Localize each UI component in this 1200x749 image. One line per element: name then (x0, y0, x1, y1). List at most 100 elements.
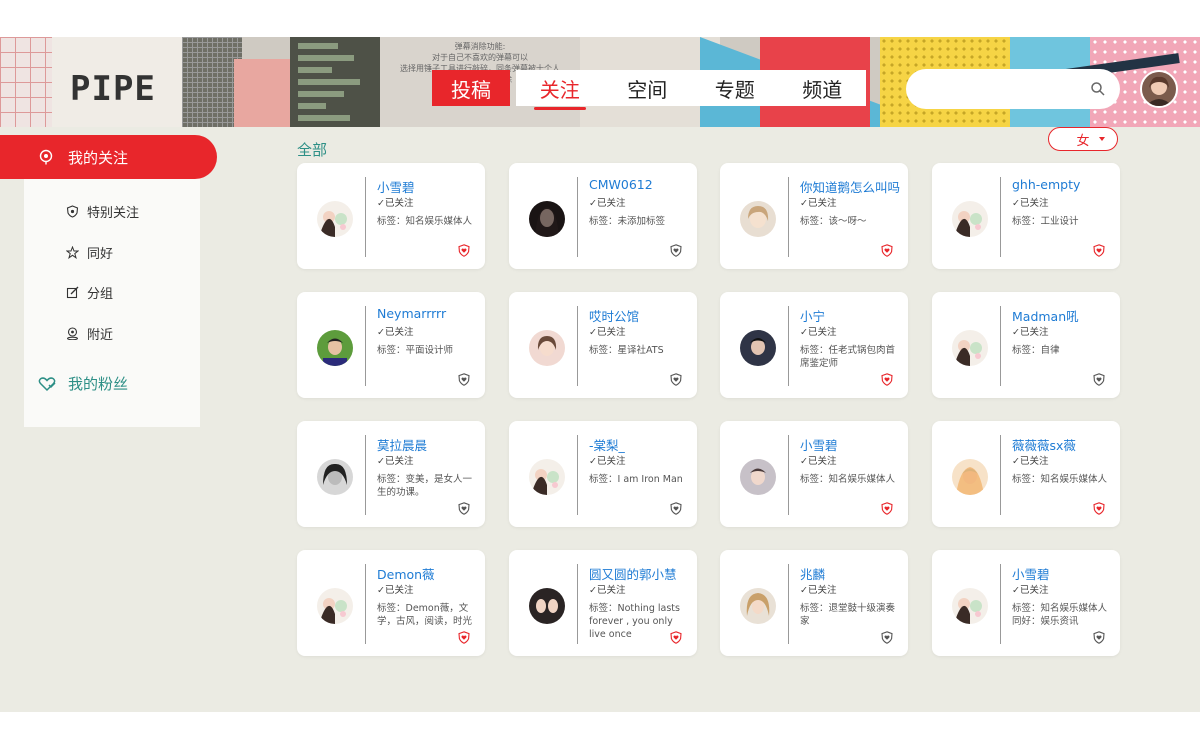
sidebar-item-groups[interactable]: 分组 (66, 283, 113, 302)
sidebar-item-my-following[interactable]: 我的关注 (0, 135, 217, 179)
avatar[interactable] (952, 459, 988, 495)
user-name[interactable]: -棠梨_ (589, 435, 693, 454)
user-card[interactable]: 小雪碧 ✓已关注 标签：知名娱乐媒体人 (297, 163, 485, 269)
user-name[interactable]: 小雪碧 (1012, 564, 1116, 583)
follow-status[interactable]: ✓已关注 (800, 324, 836, 338)
tab-topics[interactable]: 专题 (691, 74, 779, 103)
follow-status-text: 已关注 (1019, 456, 1049, 467)
user-card[interactable]: 小雪碧 ✓已关注 标签：知名娱乐媒体人同好：娱乐资讯 (932, 550, 1120, 656)
user-card[interactable]: ghh-empty ✓已关注 标签：工业设计 (932, 163, 1120, 269)
tab-space[interactable]: 空间 (604, 74, 692, 103)
search-box (906, 69, 1120, 109)
follow-status[interactable]: ✓已关注 (589, 324, 625, 338)
user-card[interactable]: Madman吼 ✓已关注 标签：自律 (932, 292, 1120, 398)
follow-status[interactable]: ✓已关注 (1012, 195, 1048, 209)
shield-icon[interactable] (670, 500, 682, 515)
user-name[interactable]: Neymarrrrr (377, 306, 481, 321)
avatar[interactable] (529, 588, 565, 624)
follow-status[interactable]: ✓已关注 (377, 453, 413, 467)
tab-following[interactable]: 关注 (516, 74, 604, 110)
user-card[interactable]: 小雪碧 ✓已关注 标签：知名娱乐媒体人 (720, 421, 908, 527)
avatar[interactable] (317, 588, 353, 624)
shield-icon[interactable] (881, 629, 893, 644)
shield-icon[interactable] (881, 242, 893, 257)
avatar[interactable] (740, 201, 776, 237)
sidebar-item-my-fans[interactable]: 我的粉丝 (38, 373, 128, 394)
shield-icon[interactable] (881, 371, 893, 386)
shield-icon[interactable] (458, 500, 470, 515)
user-name[interactable]: 莫拉晨晨 (377, 435, 481, 454)
search-icon[interactable] (1090, 81, 1106, 97)
follow-status[interactable]: ✓已关注 (589, 582, 625, 596)
user-name[interactable]: Madman吼 (1012, 306, 1116, 325)
search-input[interactable] (924, 79, 1094, 99)
sidebar-item-nearby[interactable]: 附近 (66, 324, 113, 343)
shield-icon[interactable] (670, 629, 682, 644)
avatar[interactable] (317, 459, 353, 495)
user-card[interactable]: 小宁 ✓已关注 标签：任老式锅包肉首席鉴定师 (720, 292, 908, 398)
user-name[interactable]: 小雪碧 (377, 177, 481, 196)
follow-status[interactable]: ✓已关注 (1012, 324, 1048, 338)
shield-icon[interactable] (1093, 242, 1105, 257)
sidebar-item-likeminded[interactable]: 同好 (66, 243, 113, 262)
follow-status[interactable]: ✓已关注 (800, 195, 836, 209)
avatar[interactable] (740, 330, 776, 366)
user-card[interactable]: Neymarrrrr ✓已关注 标签：平面设计师 (297, 292, 485, 398)
user-avatar[interactable] (1140, 70, 1178, 108)
user-name[interactable]: 小宁 (800, 306, 904, 325)
shield-icon[interactable] (670, 242, 682, 257)
user-name[interactable]: 兆麟 (800, 564, 904, 583)
user-card[interactable]: 哎时公馆 ✓已关注 标签：星译社ATS (509, 292, 697, 398)
user-name[interactable]: 小雪碧 (800, 435, 904, 454)
user-card[interactable]: 你知道鹅怎么叫吗 ✓已关注 标签：该～呀～ (720, 163, 908, 269)
user-name[interactable]: CMW0612 (589, 177, 693, 192)
submit-button[interactable]: 投稿 (432, 70, 510, 106)
avatar[interactable] (317, 330, 353, 366)
avatar[interactable] (529, 330, 565, 366)
follow-status[interactable]: ✓已关注 (1012, 453, 1048, 467)
sidebar-item-special[interactable]: 特别关注 (66, 202, 139, 221)
card-divider (1000, 177, 1001, 257)
follow-status[interactable]: ✓已关注 (589, 453, 625, 467)
follow-status[interactable]: ✓已关注 (589, 195, 625, 209)
avatar[interactable] (529, 459, 565, 495)
avatar[interactable] (740, 588, 776, 624)
tab-channels[interactable]: 频道 (779, 74, 867, 103)
avatar[interactable] (317, 201, 353, 237)
user-card[interactable]: 薇薇薇sx薇 ✓已关注 标签：知名娱乐媒体人 (932, 421, 1120, 527)
user-name[interactable]: 圆又圆的郭小慧 (589, 564, 693, 583)
user-name[interactable]: Demon薇 (377, 564, 481, 583)
user-name[interactable]: 你知道鹅怎么叫吗 (800, 177, 904, 196)
shield-icon[interactable] (458, 629, 470, 644)
shield-icon[interactable] (458, 371, 470, 386)
user-card[interactable]: CMW0612 ✓已关注 标签：未添加标签 (509, 163, 697, 269)
avatar[interactable] (952, 330, 988, 366)
avatar[interactable] (952, 588, 988, 624)
follow-status[interactable]: ✓已关注 (800, 582, 836, 596)
follow-status[interactable]: ✓已关注 (800, 453, 836, 467)
section-title: 全部 (297, 141, 328, 159)
user-card[interactable]: 莫拉晨晨 ✓已关注 标签：变美，是女人一生的功课。 (297, 421, 485, 527)
user-name[interactable]: 哎时公馆 (589, 306, 693, 325)
avatar[interactable] (740, 459, 776, 495)
follow-status[interactable]: ✓已关注 (377, 324, 413, 338)
follow-status[interactable]: ✓已关注 (377, 195, 413, 209)
follow-status[interactable]: ✓已关注 (1012, 582, 1048, 596)
shield-icon[interactable] (670, 371, 682, 386)
user-card[interactable]: 兆麟 ✓已关注 标签：退堂鼓十级演奏家 (720, 550, 908, 656)
gender-filter-dropdown[interactable]: 女 (1048, 127, 1118, 151)
app-logo[interactable]: PIPE (70, 69, 156, 109)
user-card[interactable]: 圆又圆的郭小慧 ✓已关注 标签：Nothing lasts forever , yo… (509, 550, 697, 656)
follow-status[interactable]: ✓已关注 (377, 582, 413, 596)
user-card[interactable]: -棠梨_ ✓已关注 标签：I am Iron Man (509, 421, 697, 527)
avatar[interactable] (952, 201, 988, 237)
user-name[interactable]: ghh-empty (1012, 177, 1116, 192)
avatar[interactable] (529, 201, 565, 237)
shield-icon[interactable] (1093, 500, 1105, 515)
shield-icon[interactable] (881, 500, 893, 515)
user-name[interactable]: 薇薇薇sx薇 (1012, 435, 1116, 454)
shield-icon[interactable] (1093, 371, 1105, 386)
user-card[interactable]: Demon薇 ✓已关注 标签：Demon薇，文学，古风，阅读，时光 (297, 550, 485, 656)
shield-icon[interactable] (458, 242, 470, 257)
shield-icon[interactable] (1093, 629, 1105, 644)
